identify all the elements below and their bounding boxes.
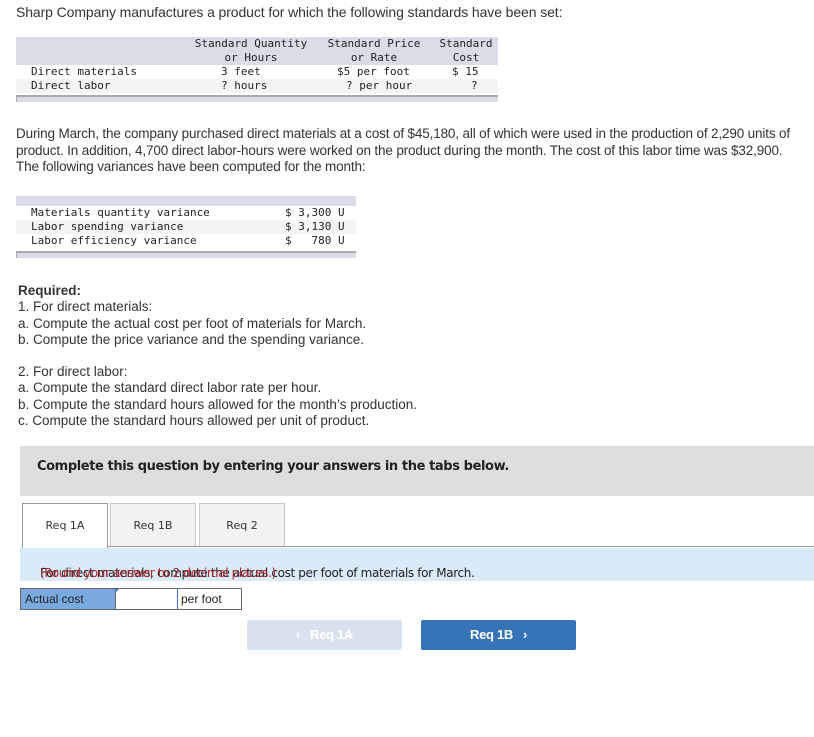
required-part1a: a. Compute the actual cost per foot of m… [18, 315, 367, 331]
chevron-right-icon: › [522, 627, 527, 642]
chevron-left-icon: ‹ [296, 627, 301, 642]
required-part2b: b. Compute the standard hours allowed fo… [18, 396, 417, 412]
answer-row: Actual cost per foot [20, 588, 242, 610]
row-qty: 3 feet [221, 65, 261, 78]
tab-req-1b[interactable]: Req 1B [110, 503, 196, 546]
table-row: Direct materials 3 feet $5 per foot $ 15 [16, 65, 498, 79]
prev-req-button[interactable]: ‹ Req 1A [247, 620, 402, 650]
row-cost: ? [471, 79, 478, 92]
prev-button-label: Req 1A [309, 627, 353, 642]
required-section: Required: 1. For direct materials: a. Co… [18, 283, 417, 429]
input-marker-icon [115, 589, 119, 593]
table-footer [16, 95, 498, 102]
variance-value: $ 780 U [285, 234, 345, 247]
standards-table: Standard Quantity or Hours Standard Pric… [16, 37, 498, 102]
answer-label: Actual cost [21, 589, 116, 609]
variance-label: Labor spending variance [31, 220, 184, 233]
next-button-label: Req 1B [470, 627, 514, 642]
tab-req-2[interactable]: Req 2 [199, 503, 285, 546]
actual-cost-input[interactable] [116, 589, 178, 609]
row-price: ? per hour [346, 79, 413, 92]
header-qty-line1: Standard Quantity [194, 37, 308, 50]
standards-table-header: Standard Quantity or Hours Standard Pric… [16, 37, 498, 65]
tab-req-1a[interactable]: Req 1A [22, 503, 108, 548]
row-label: Direct labor [31, 79, 111, 92]
required-part1: 1. For direct materials: [18, 299, 153, 315]
header-cost-line2: Cost [452, 51, 480, 64]
header-qty-line2: or Hours [224, 51, 278, 64]
variance-label: Labor efficiency variance [31, 234, 197, 247]
banner-text: Complete this question by entering your … [37, 459, 509, 474]
tab-divider [22, 546, 814, 547]
row-label: Direct materials [31, 65, 137, 78]
row-qty: ? hours [221, 79, 268, 92]
header-cost-line1: Standard [439, 37, 493, 50]
required-part2a: a. Compute the standard direct labor rat… [18, 380, 322, 396]
variance-value: $ 3,130 U [285, 220, 345, 233]
table-row: Materials quantity variance $ 3,300 U [16, 206, 356, 220]
table-row: Labor spending variance $ 3,130 U [16, 220, 356, 234]
variance-value: $ 3,300 U [285, 206, 345, 219]
problem-paragraph: During March, the company purchased dire… [16, 126, 790, 174]
next-req-button[interactable]: Req 1B › [421, 620, 576, 650]
variance-table-header [16, 196, 356, 206]
instructions-banner: Complete this question by entering your … [20, 446, 814, 496]
required-part2c: c. Compute the standard hours allowed pe… [18, 413, 370, 429]
variance-table: Materials quantity variance $ 3,300 U La… [16, 196, 356, 258]
header-price-line1: Standard Price [327, 37, 421, 50]
row-price: $5 per foot [337, 65, 410, 78]
table-row: Labor efficiency variance $ 780 U [16, 234, 356, 248]
question-instruction: For direct materials, compute the actual… [20, 548, 814, 581]
row-cost: $ 15 [452, 65, 479, 78]
required-part1b: b. Compute the price variance and the sp… [18, 331, 364, 347]
required-part2: 2. For direct labor: [18, 364, 128, 380]
answer-unit: per foot [181, 592, 222, 606]
rounding-note: (Round your answer to 2 decimal places.) [40, 566, 276, 580]
table-footer [16, 251, 356, 258]
table-row: Direct labor ? hours ? per hour ? [16, 79, 498, 93]
problem-intro: Sharp Company manufactures a product for… [16, 4, 563, 20]
header-price-line2: or Rate [350, 51, 398, 64]
variance-label: Materials quantity variance [31, 206, 210, 219]
required-title: Required: [18, 283, 82, 298]
